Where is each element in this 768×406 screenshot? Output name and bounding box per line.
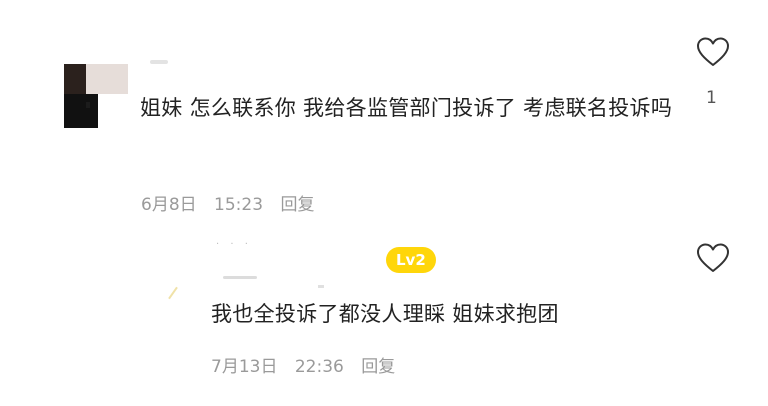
username[interactable] (150, 60, 168, 64)
level-badge: Lv2 (386, 247, 436, 273)
reply-button[interactable]: 回复 (361, 357, 395, 377)
username[interactable]: · · · (216, 239, 252, 250)
reply-text[interactable]: 我也全投诉了都没人理睬 姐妹求抱团 (211, 296, 559, 332)
comment-text[interactable]: 姐妹 怎么联系你 我给各监管部门投诉了 考虑联名投诉吗 (140, 86, 700, 130)
heart-outline-icon[interactable] (696, 242, 730, 274)
avatar[interactable] (223, 276, 257, 279)
avatar[interactable] (64, 64, 128, 128)
comment-time: 22:36 (294, 357, 344, 377)
comment-meta: 7月13日 22:36 回复 (211, 352, 407, 377)
like-count: 1 (706, 88, 717, 108)
heart-outline-icon[interactable] (696, 36, 730, 68)
comment-time: 15:23 (214, 195, 264, 215)
comment-date: 7月13日 (211, 357, 278, 377)
reply-button[interactable]: 回复 (280, 195, 314, 215)
comment-date: 6月8日 (141, 195, 197, 215)
comment-item: 姐妹 怎么联系你 我给各监管部门投诉了 考虑联名投诉吗 6月8日 15:23 回… (0, 0, 768, 230)
comment-meta: 6月8日 15:23 回复 (141, 190, 326, 215)
